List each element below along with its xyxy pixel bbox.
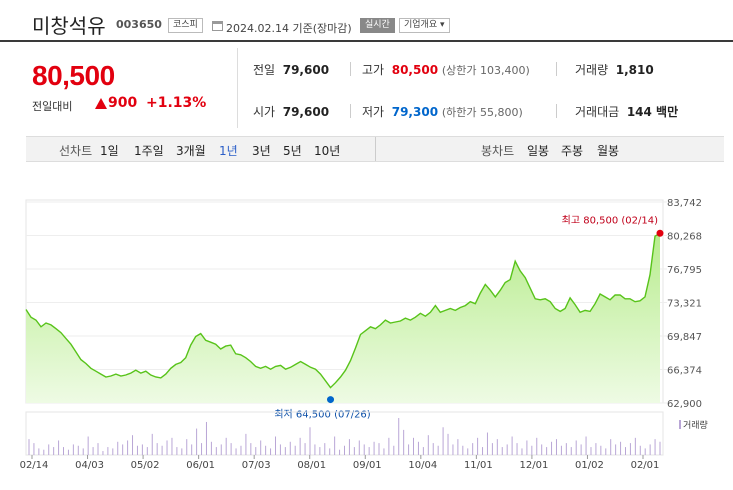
divider	[350, 62, 351, 76]
x-tick-label: 04/03	[75, 460, 104, 471]
prev-close: 전일 79,600	[253, 63, 330, 77]
day-low: 저가 79,300 (하한가 55,800)	[362, 105, 523, 119]
x-tick-label: 09/01	[353, 460, 382, 471]
volume: 거래량 1,810	[575, 63, 654, 77]
change-amount: 900	[108, 95, 138, 111]
change-percent: +1.13%	[146, 95, 207, 111]
low-label: 최저 64,500 (07/26)	[274, 409, 370, 421]
company-overview-dropdown[interactable]: 기업개요 ▾	[399, 18, 450, 33]
high-label: 최고 80,500 (02/14)	[562, 214, 658, 226]
price-chart-svg: 최고 80,500 (02/14) 최저 64,500 (07/26) 거래량 8…	[20, 198, 708, 471]
market-badge: 코스피	[168, 18, 203, 33]
realtime-button[interactable]: 실시간	[360, 18, 395, 33]
high-marker	[656, 229, 664, 237]
period-3y[interactable]: 3년	[252, 142, 271, 159]
y-tick-label: 66,374	[667, 366, 702, 377]
volume-legend-swatch	[679, 420, 681, 429]
x-tick-label: 10/04	[408, 460, 437, 471]
x-tick-label: 11/01	[464, 460, 493, 471]
period-1w[interactable]: 1주일	[134, 142, 164, 159]
x-tick-label: 06/01	[186, 460, 215, 471]
candle-chart-label: 봉차트	[481, 144, 515, 158]
x-tick-label: 01/02	[575, 460, 604, 471]
current-price: 80,500	[32, 60, 115, 91]
x-tick-label: 08/01	[297, 460, 326, 471]
divider	[556, 62, 557, 76]
period-3m[interactable]: 3개월	[176, 142, 206, 159]
price-summary: 80,500 전일대비 900 +1.13%	[22, 48, 232, 128]
period-1y[interactable]: 1년	[219, 142, 238, 159]
change-label: 전일대비	[32, 100, 73, 113]
period-1d[interactable]: 1일	[100, 142, 119, 159]
stock-header: 미창석유 003650 코스피 2024.02.14 기준(장마감) 실시간 기…	[0, 0, 733, 42]
volume-legend-label: 거래량	[683, 419, 708, 431]
x-tick-label: 07/03	[242, 460, 271, 471]
calendar-icon	[212, 21, 223, 31]
y-tick-label: 83,742	[667, 198, 702, 209]
base-date: 2024.02.14 기준(장마감)	[226, 22, 352, 35]
y-tick-label: 80,268	[667, 232, 702, 243]
stock-code: 003650	[116, 18, 162, 31]
period-10y[interactable]: 10년	[314, 142, 340, 159]
divider	[350, 104, 351, 118]
line-chart-label: 선차트	[59, 144, 93, 158]
y-tick-label: 69,847	[667, 332, 702, 343]
open-price: 시가 79,600	[253, 105, 330, 119]
price-chart[interactable]: 최고 80,500 (02/14) 최저 64,500 (07/26) 거래량 8…	[0, 180, 733, 486]
price-area	[26, 233, 660, 403]
stock-name: 미창석유	[32, 14, 106, 38]
trading-amount: 거래대금 144 백만	[575, 105, 679, 119]
period-5y[interactable]: 5년	[283, 142, 302, 159]
up-triangle-icon	[95, 98, 107, 109]
low-marker	[327, 396, 335, 404]
divider	[237, 48, 238, 128]
x-tick-label: 05/02	[131, 460, 160, 471]
x-tick-label: 02/14	[20, 460, 49, 471]
candle-daily[interactable]: 일봉	[527, 142, 549, 159]
x-tick-label: 12/01	[519, 460, 548, 471]
chart-toolbar: 선차트 1일 1주일 3개월 1년 3년 5년 10년 봉차트 일봉 주봉 월봉	[26, 136, 724, 162]
y-tick-label: 73,321	[667, 299, 702, 310]
divider	[556, 104, 557, 118]
y-tick-label: 76,795	[667, 265, 702, 276]
candle-weekly[interactable]: 주봉	[561, 142, 583, 159]
x-tick-label: 02/01	[631, 460, 660, 471]
candle-monthly[interactable]: 월봉	[597, 142, 619, 159]
y-tick-label: 62,900	[667, 399, 702, 410]
divider	[375, 137, 376, 161]
day-high: 고가 80,500 (상한가 103,400)	[362, 63, 530, 77]
